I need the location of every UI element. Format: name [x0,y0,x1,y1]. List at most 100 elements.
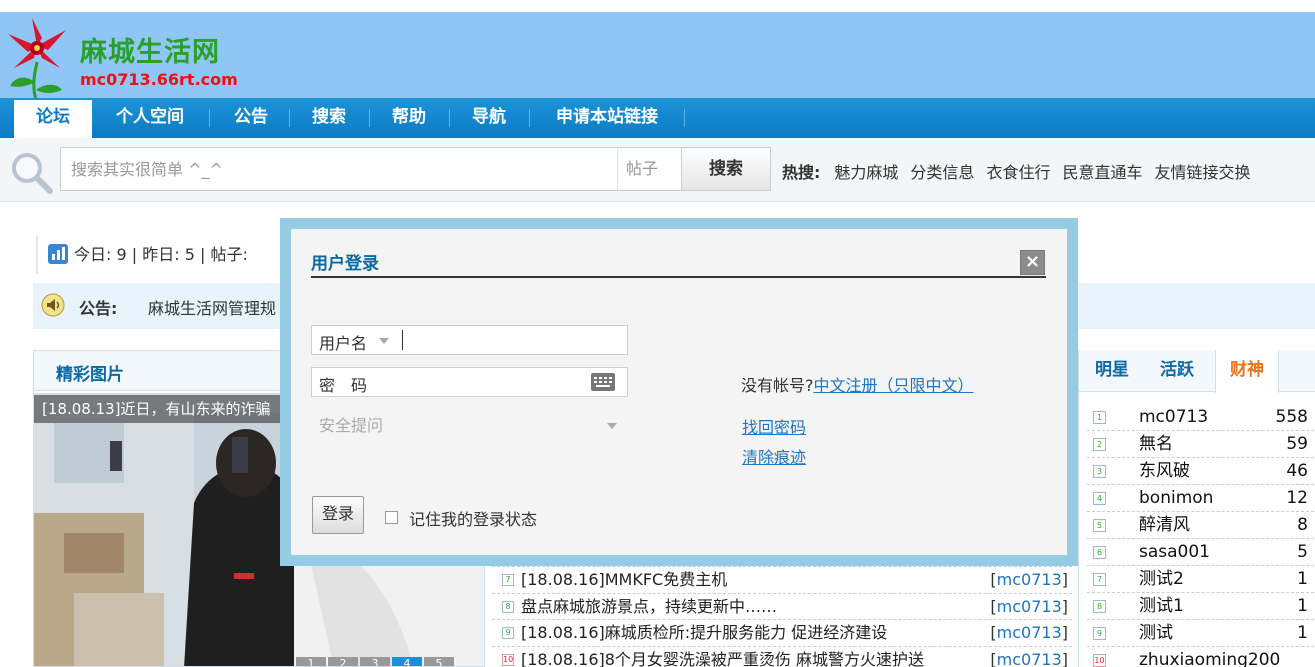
username-field[interactable]: 用户名 [311,325,628,355]
rank-number-icon: 7 [502,574,514,586]
divider [311,276,1046,278]
clear-traces-link[interactable]: 清除痕迹 [742,444,806,468]
list-item[interactable]: 7 [18.08.16]MMKFC免费主机 [mc0713] [492,567,1072,594]
site-name[interactable]: 麻城生活网 [80,30,220,69]
remember-me-label[interactable]: 记住我的登录状态 [409,506,537,530]
notice-text[interactable]: 麻城生活网管理规 [148,295,276,319]
nav-divider [289,109,290,127]
ranking-row[interactable]: 3 东风破 46 [1087,458,1314,485]
thread-author[interactable]: [mc0713] [990,594,1068,620]
thread-title[interactable]: [18.08.16]MMKFC免费主机 [521,567,727,593]
login-dialog: 用户登录 × 用户名 密 码 安全提问 没有帐号?中文注册（只限中文） 找回密码… [291,229,1067,555]
forgot-password-link[interactable]: 找回密码 [742,414,806,438]
thread-author[interactable]: [mc0713] [990,647,1068,667]
username-type-select[interactable]: 用户名 [319,330,367,354]
nav-tab-forum[interactable]: 论坛 [14,100,92,138]
ranking-row[interactable]: 4 bonimon 12 [1087,485,1314,512]
password-field[interactable]: 密 码 [311,367,628,397]
nav-tab-navigation[interactable]: 导航 [454,98,524,138]
tab-stars[interactable]: 明星 [1083,350,1141,392]
tab-active[interactable]: 活跃 [1145,350,1209,392]
user-name[interactable]: bonimon [1139,485,1213,512]
nav-tab-apply-link[interactable]: 申请本站链接 [536,98,678,138]
pager-page[interactable]: 1 [296,657,326,666]
author-name[interactable]: mc0713 [997,623,1062,642]
hot-search-link[interactable]: 友情链接交换 [1154,163,1250,182]
login-button[interactable]: 登录 [312,496,364,534]
list-item[interactable]: 10 [18.08.16]8个月女婴洗澡被严重烫伤 麻城警方火速护送 [mc07… [492,647,1072,667]
hot-search-link[interactable]: 分类信息 [910,163,974,182]
nav-divider [369,109,370,127]
rank-number-icon: 2 [1093,438,1106,451]
nav-tab-search[interactable]: 搜索 [294,98,364,138]
search-type-select[interactable]: 帖子 [617,148,681,190]
chevron-down-icon[interactable] [379,338,389,344]
register-link[interactable]: 中文注册（只限中文） [814,376,974,395]
ranking-row[interactable]: 10 zhuxiaoming200 [1087,647,1314,667]
ranking-row[interactable]: 2 無名 59 [1087,431,1314,458]
top-strip [0,0,1315,12]
pager-page-active[interactable]: 4 [392,657,422,666]
close-button[interactable]: × [1020,250,1045,275]
pager-page[interactable]: 5 [424,657,454,666]
user-name[interactable]: zhuxiaoming200 [1139,647,1280,667]
keyboard-icon[interactable] [591,373,615,391]
author-name[interactable]: mc0713 [997,650,1062,667]
ranking-row[interactable]: 6 sasa001 5 [1087,539,1314,566]
user-name[interactable]: 东风破 [1139,458,1190,485]
ranking-row[interactable]: 9 测试 1 [1087,620,1314,647]
list-item[interactable]: 9 [18.08.16]麻城质检所:提升服务能力 促进经济建设 [mc0713] [492,620,1072,647]
rank-number-icon: 5 [1093,519,1106,532]
thread-author[interactable]: [mc0713] [990,620,1068,646]
ranking-row[interactable]: 7 测试2 1 [1087,566,1314,593]
thread-title[interactable]: [18.08.16]麻城质检所:提升服务能力 促进经济建设 [521,620,887,646]
user-value: 1 [1297,623,1308,643]
chevron-down-icon[interactable] [607,423,617,429]
tab-wealth[interactable]: 财神 [1215,350,1279,393]
flower-logo-icon[interactable] [4,16,70,100]
page: 麻城生活网 mc0713.66rt.com 论坛 个人空间 公告 搜索 帮助 导… [0,0,1315,667]
user-name[interactable]: sasa001 [1139,539,1210,566]
search-magnifier-icon [12,153,53,194]
author-name[interactable]: mc0713 [997,570,1062,589]
rank-number-icon: 10 [502,653,514,666]
password-label: 密 码 [319,376,368,395]
user-value: 5 [1297,542,1308,562]
thread-title[interactable]: 盘点麻城旅游景点，持续更新中…… [521,594,777,620]
nav-tab-help[interactable]: 帮助 [374,98,444,138]
rank-number-icon: 8 [502,600,514,613]
user-name[interactable]: 测试1 [1139,593,1184,620]
user-name[interactable]: 無名 [1139,431,1173,458]
user-value: 1 [1297,596,1308,616]
ranking-row[interactable]: 1 mc0713 558 [1087,404,1314,431]
ranking-panel: 明星 活跃 财神 1 mc0713 558 2 無名 59 3 东风破 46 4… [1078,350,1315,667]
notice-label: 公告: [79,299,118,318]
pager-page[interactable]: 2 [328,657,358,666]
thread-author[interactable]: [mc0713] [990,567,1068,593]
user-name[interactable]: 醉清风 [1139,512,1190,539]
search-button[interactable]: 搜索 [681,147,771,191]
ranking-row[interactable]: 5 醉清风 8 [1087,512,1314,539]
ranking-tabs: 明星 活跃 财神 [1079,350,1315,393]
text-cursor [402,330,403,350]
site-domain[interactable]: mc0713.66rt.com [80,70,238,89]
no-account-label: 没有帐号? [741,376,814,395]
pager-page[interactable]: 3 [360,657,390,666]
hot-search-link[interactable]: 民意直通车 [1062,163,1142,182]
ranking-row[interactable]: 8 测试1 1 [1087,593,1314,620]
nav-divider [529,109,530,127]
nav-tab-personal-space[interactable]: 个人空间 [100,98,200,138]
security-question-select[interactable]: 安全提问 [319,412,383,436]
user-name[interactable]: 测试 [1139,620,1173,647]
hot-search-link[interactable]: 魅力麻城 [834,163,898,182]
hot-search-link[interactable]: 衣食住行 [986,163,1050,182]
remember-me-checkbox[interactable] [385,511,398,524]
no-account-text: 没有帐号?中文注册（只限中文） [741,372,974,396]
user-name[interactable]: mc0713 [1139,404,1208,431]
user-name[interactable]: 测试2 [1139,566,1184,593]
search-input[interactable] [61,148,617,190]
author-name[interactable]: mc0713 [997,597,1062,616]
nav-tab-announcement[interactable]: 公告 [216,98,286,138]
thread-title[interactable]: [18.08.16]8个月女婴洗澡被严重烫伤 麻城警方火速护送 [521,647,924,667]
list-item[interactable]: 8 盘点麻城旅游景点，持续更新中…… [mc0713] [492,594,1072,620]
